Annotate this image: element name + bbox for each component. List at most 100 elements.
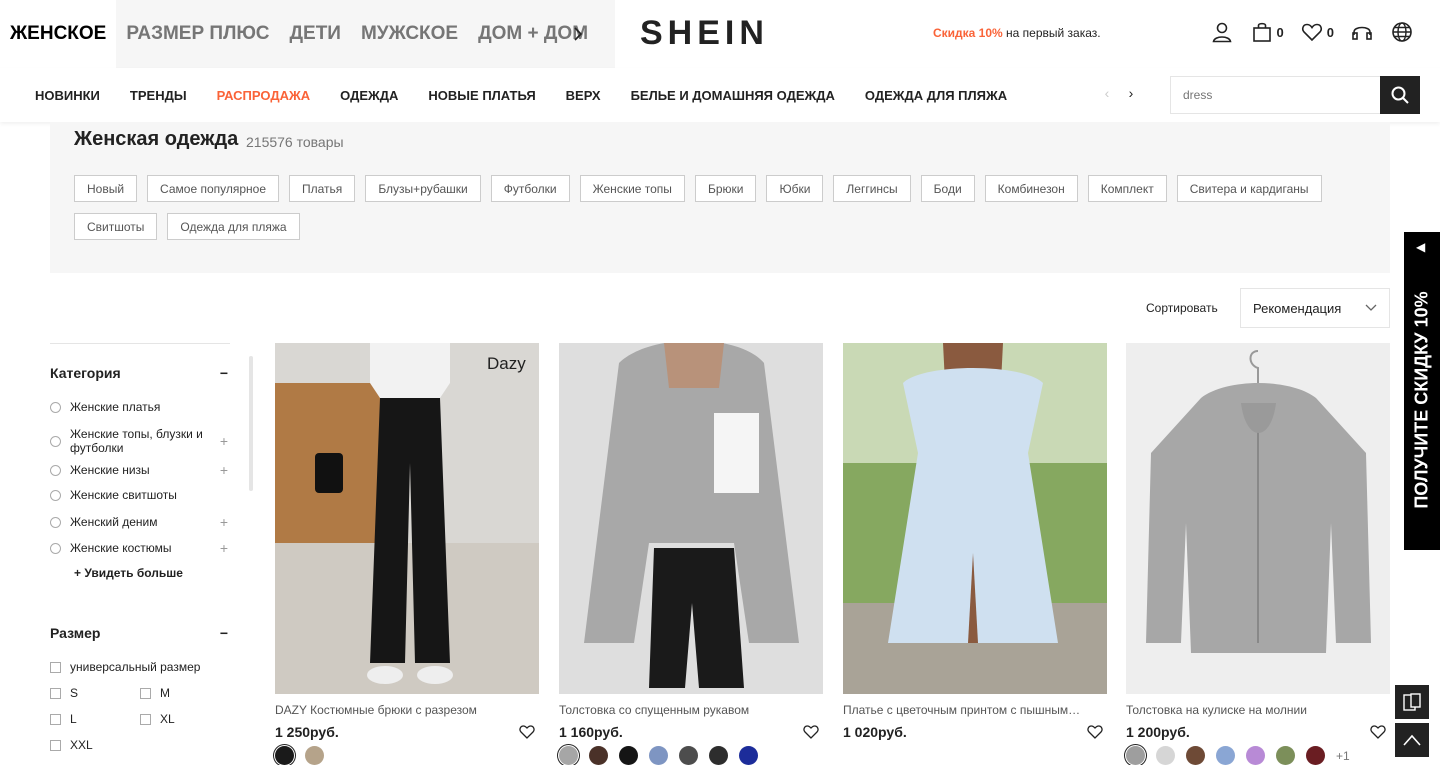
radio-button[interactable] (50, 435, 61, 447)
category-chip[interactable]: Одежда для пляжа (167, 213, 300, 240)
category-chip[interactable]: Женские топы (579, 175, 685, 202)
channel-tab-kids[interactable]: ДЕТИ (279, 0, 350, 68)
expand-icon[interactable]: + (220, 540, 228, 556)
category-chip[interactable]: Свитера и кардиганы (1176, 175, 1322, 202)
nav-item-lingerie[interactable]: БЕЛЬЕ И ДОМАШНЯЯ ОДЕЖДА (616, 88, 850, 103)
radio-button[interactable] (50, 489, 61, 501)
sort-dropdown[interactable]: Рекомендация (1240, 288, 1390, 328)
channel-tab-women[interactable]: ЖЕНСКОЕ (0, 0, 117, 68)
globe-icon[interactable] (1390, 20, 1414, 44)
category-chip[interactable]: Брюки (694, 175, 757, 202)
discount-promo-tab[interactable]: ◀ ПОЛУЧИТЕ СКИДКУ 10% (1404, 232, 1440, 550)
back-to-top-button[interactable] (1395, 723, 1429, 757)
color-swatch[interactable] (649, 746, 668, 765)
category-chip[interactable]: Комплект (1087, 175, 1167, 202)
category-filter-header[interactable]: Категория − (50, 365, 228, 381)
checkbox[interactable] (140, 713, 151, 725)
promo-banner[interactable]: Скидка 10% на первый заказ. (933, 26, 1101, 40)
heart-icon[interactable] (1370, 724, 1386, 744)
product-image[interactable] (843, 343, 1107, 694)
category-chip[interactable]: Новый (74, 175, 138, 202)
product-card[interactable]: Толстовка со спущенным рукавом 1 160руб. (559, 343, 823, 765)
wishlist-button[interactable]: 0 (1300, 20, 1334, 44)
headset-icon[interactable] (1350, 20, 1374, 44)
color-swatch[interactable] (1156, 746, 1175, 765)
radio-button[interactable] (50, 542, 61, 554)
sidebar-scrollbar[interactable] (249, 356, 253, 491)
channel-tab-men[interactable]: МУЖСКОЕ (351, 0, 468, 68)
color-swatch[interactable] (275, 746, 294, 765)
compare-button[interactable] (1395, 685, 1429, 719)
product-card[interactable]: Dazy DAZY Костюмные брюки с разрезом 1 2… (275, 343, 539, 765)
size-option-s[interactable]: S (50, 686, 78, 700)
radio-button[interactable] (50, 401, 61, 413)
chevron-right-icon[interactable] (568, 22, 588, 46)
category-chip[interactable]: Комбинезон (984, 175, 1078, 202)
collapse-icon[interactable]: − (220, 625, 228, 641)
color-swatch[interactable] (739, 746, 758, 765)
color-swatch[interactable] (559, 746, 578, 765)
search-button[interactable] (1380, 76, 1420, 114)
radio-button[interactable] (50, 516, 61, 528)
product-card[interactable]: Толстовка на кулиске на молнии 1 200руб.… (1126, 343, 1390, 765)
product-name[interactable]: DAZY Костюмные брюки с разрезом (275, 703, 515, 717)
size-filter-header[interactable]: Размер − (50, 625, 228, 641)
checkbox[interactable] (50, 739, 61, 751)
size-option-xxl[interactable]: XXL (50, 738, 93, 752)
size-option-l[interactable]: L (50, 712, 77, 726)
category-chip[interactable]: Свитшоты (74, 213, 158, 240)
category-chip[interactable]: Леггинсы (833, 175, 911, 202)
color-swatch[interactable] (1246, 746, 1265, 765)
color-swatch[interactable] (1126, 746, 1145, 765)
checkbox[interactable] (50, 661, 61, 673)
user-icon[interactable] (1210, 20, 1234, 44)
color-swatch[interactable] (589, 746, 608, 765)
category-chip[interactable]: Платья (289, 175, 356, 202)
expand-icon[interactable]: + (220, 433, 228, 449)
size-option-m[interactable]: M (140, 686, 170, 700)
category-filter-item[interactable]: Женские костюмы + (50, 540, 228, 556)
radio-button[interactable] (50, 464, 61, 476)
product-image[interactable] (559, 343, 823, 694)
category-filter-item[interactable]: Женские свитшоты (50, 488, 228, 502)
color-swatch[interactable] (1186, 746, 1205, 765)
product-card[interactable]: Платье с цветочным принтом с пышным рука… (843, 343, 1107, 740)
category-chip[interactable]: Боди (920, 175, 975, 202)
bag-button[interactable]: 0 (1250, 20, 1284, 44)
see-more-link[interactable]: + Увидеть больше (74, 566, 183, 580)
category-filter-item[interactable]: Женские платья (50, 400, 228, 414)
nav-item-sale[interactable]: РАСПРОДАЖА (202, 88, 326, 103)
nav-item-clothing[interactable]: ОДЕЖДА (325, 88, 413, 103)
channel-tab-plus-size[interactable]: РАЗМЕР ПЛЮС (116, 0, 279, 68)
expand-icon[interactable]: + (220, 462, 228, 478)
color-swatch[interactable] (1216, 746, 1235, 765)
product-name[interactable]: Толстовка на кулиске на молнии (1126, 703, 1366, 717)
category-filter-item[interactable]: Женские топы, блузки и футболки + (50, 427, 228, 455)
collapse-icon[interactable]: − (220, 365, 228, 381)
nav-item-new[interactable]: НОВИНКИ (20, 88, 115, 103)
chevron-right-icon[interactable]: › (1124, 85, 1138, 101)
nav-item-new-dresses[interactable]: НОВЫЕ ПЛАТЬЯ (413, 88, 550, 103)
checkbox[interactable] (50, 687, 61, 699)
logo[interactable]: SHEIN (640, 14, 769, 53)
color-swatch[interactable] (1306, 746, 1325, 765)
heart-icon[interactable] (803, 724, 819, 744)
nav-item-beachwear[interactable]: ОДЕЖДА ДЛЯ ПЛЯЖА (850, 88, 1022, 103)
product-name[interactable]: Толстовка со спущенным рукавом (559, 703, 799, 717)
category-filter-item[interactable]: Женский деним + (50, 514, 228, 530)
size-option-xl[interactable]: XL (140, 712, 175, 726)
expand-icon[interactable]: + (220, 514, 228, 530)
nav-item-tops[interactable]: ВЕРХ (551, 88, 616, 103)
category-filter-item[interactable]: Женские низы + (50, 462, 228, 478)
checkbox[interactable] (50, 713, 61, 725)
color-swatch[interactable] (679, 746, 698, 765)
color-swatch[interactable] (305, 746, 324, 765)
heart-icon[interactable] (519, 724, 535, 744)
nav-item-trends[interactable]: ТРЕНДЫ (115, 88, 202, 103)
category-chip[interactable]: Блузы+рубашки (365, 175, 481, 202)
size-option-onesize[interactable]: универсальный размер (50, 660, 200, 674)
heart-icon[interactable] (1087, 724, 1103, 744)
category-chip[interactable]: Футболки (490, 175, 570, 202)
color-swatch[interactable] (709, 746, 728, 765)
chevron-left-icon[interactable]: ‹ (1100, 85, 1114, 101)
